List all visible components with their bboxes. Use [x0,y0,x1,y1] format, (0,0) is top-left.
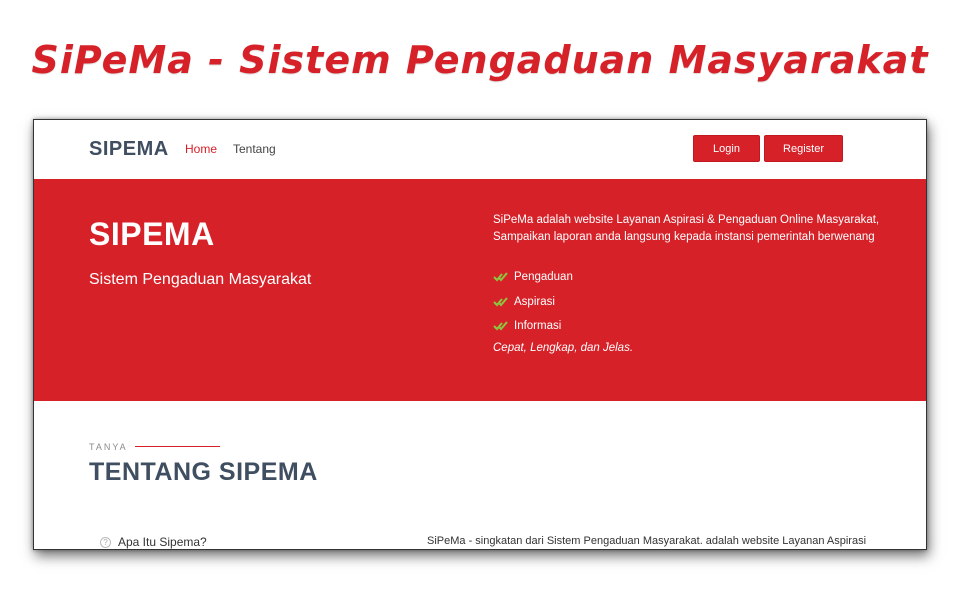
register-button[interactable]: Register [764,135,843,162]
hero-section: SIPEMA Sistem Pengaduan Masyarakat SiPeM… [34,179,926,401]
hero-tagline: Cepat, Lengkap, dan Jelas. [493,342,634,354]
help-icon: ? [100,536,111,548]
browser-screenshot-frame: SIPEMA Home Tentang Login Register SIPEM… [33,119,927,550]
hero-description: SiPeMa adalah website Layanan Aspirasi &… [493,212,893,246]
hero-title: SIPEMA [89,216,215,252]
hero-description-line: SiPeMa adalah website Layanan Aspirasi &… [493,214,880,226]
feature-item: Aspirasi [493,290,573,315]
feature-label: Pengaduan [514,271,573,284]
login-button[interactable]: Login [693,135,760,162]
nav-link-tentang[interactable]: Tentang [233,142,276,156]
about-description: SiPeMa - singkatan dari Sistem Pengaduan… [427,535,867,547]
check-icon [493,321,508,331]
navbar: SIPEMA Home Tentang Login Register [34,120,926,179]
nav-link-home[interactable]: Home [185,142,217,156]
feature-item: Pengaduan [493,265,573,290]
faq-item[interactable]: ? Apa Itu Sipema? [100,535,207,549]
section-divider [135,446,220,447]
check-icon [493,297,508,307]
feature-label: Aspirasi [514,295,555,308]
section-title: TENTANG SIPEMA [89,458,318,486]
hero-description-line: Sampaikan laporan anda langsung kepada i… [493,231,875,243]
check-icon [493,272,508,282]
hero-subtitle: Sistem Pengaduan Masyarakat [89,271,312,288]
section-label: TANYA [89,442,128,452]
brand-logo[interactable]: SIPEMA [89,138,169,161]
feature-item: Informasi [493,314,573,339]
banner-title: SiPeMa - Sistem Pengaduan Masyarakat [31,38,929,82]
faq-question: Apa Itu Sipema? [118,535,207,549]
feature-label: Informasi [514,320,562,333]
feature-list: Pengaduan Aspirasi Informasi [493,265,573,339]
